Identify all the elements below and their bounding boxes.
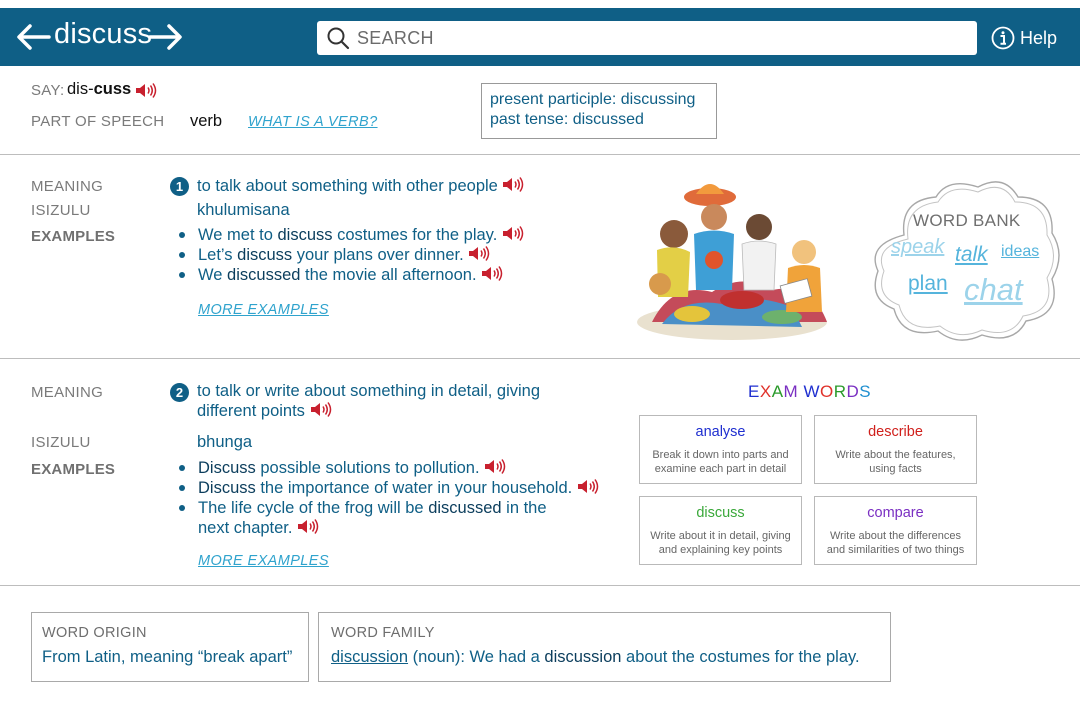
word-family-box: WORD FAMILY discussion (noun): We had a … bbox=[318, 612, 891, 682]
word-family-label: WORD FAMILY bbox=[331, 625, 435, 641]
left-arrow-icon[interactable] bbox=[15, 22, 51, 52]
exam-words-title: EXAM WORDS bbox=[748, 382, 871, 402]
word-origin-box: WORD ORIGIN From Latin, meaning “break a… bbox=[31, 612, 309, 682]
speaker-icon[interactable] bbox=[484, 458, 506, 475]
exam-word: analyse bbox=[695, 424, 746, 440]
exam-card-describe[interactable]: describe Write about the features, using … bbox=[814, 415, 977, 484]
speaker-icon[interactable] bbox=[577, 478, 599, 495]
word-origin-label: WORD ORIGIN bbox=[42, 625, 147, 641]
help-button[interactable]: Help bbox=[991, 26, 1057, 50]
word-bank-title: WORD BANK bbox=[913, 211, 1021, 230]
meaning-label: MEANING bbox=[31, 384, 104, 401]
what-is-a-verb-link[interactable]: WHAT IS A VERB? bbox=[248, 114, 378, 130]
meaning-label: MEANING bbox=[31, 178, 104, 195]
example-item: Let’s discuss your plans over dinner. bbox=[178, 245, 524, 265]
exam-card-analyse[interactable]: analyse Break it down into parts and exam… bbox=[639, 415, 802, 484]
pronunciation: dis-cuss bbox=[67, 80, 131, 99]
meaning-definition: to talk about something with other peopl… bbox=[197, 176, 524, 196]
example-item: Discuss possible solutions to pollution. bbox=[178, 458, 599, 478]
example-item: The life cycle of the frog will be discu… bbox=[178, 498, 599, 538]
syllable-1: dis- bbox=[67, 80, 94, 98]
more-examples-link[interactable]: MORE EXAMPLES bbox=[198, 553, 329, 569]
say-label: SAY: bbox=[31, 82, 65, 99]
speaker-icon[interactable] bbox=[468, 245, 490, 262]
speaker-icon[interactable] bbox=[502, 225, 524, 242]
exam-title-letter: E bbox=[748, 382, 760, 401]
exam-title-letter: X bbox=[759, 382, 772, 401]
word-bank-word[interactable]: plan bbox=[908, 272, 948, 296]
children-discussing-illustration bbox=[637, 184, 827, 340]
word-bank-word[interactable]: speak bbox=[891, 236, 944, 259]
search-box bbox=[317, 21, 977, 55]
part-of-speech-label: PART OF SPEECH bbox=[31, 113, 165, 130]
isizulu-translation: khulumisana bbox=[197, 201, 290, 219]
search-icon[interactable] bbox=[326, 26, 350, 50]
isizulu-translation: bhunga bbox=[197, 433, 253, 451]
speaker-icon[interactable] bbox=[481, 265, 503, 282]
examples-list: Discuss possible solutions to pollution.… bbox=[178, 458, 599, 538]
example-item: Discuss the importance of water in your … bbox=[178, 478, 599, 498]
exam-word: compare bbox=[867, 505, 924, 521]
exam-word: discuss bbox=[696, 505, 745, 521]
info-icon bbox=[991, 26, 1015, 50]
exam-word: describe bbox=[868, 424, 923, 440]
divider bbox=[0, 358, 1080, 359]
present-participle: present participle: discussing bbox=[490, 91, 696, 108]
exam-word-description: Write about the features, using facts bbox=[835, 449, 956, 475]
exam-title-letter: R bbox=[833, 382, 847, 401]
exam-title-letter: M bbox=[783, 382, 799, 401]
divider bbox=[0, 154, 1080, 155]
exam-title-letter: S bbox=[859, 382, 872, 401]
past-tense: past tense: discussed bbox=[490, 111, 644, 128]
meaning-definition: to talk or write about something in deta… bbox=[197, 381, 540, 421]
syllable-2-stressed: cuss bbox=[93, 80, 132, 98]
example-item: We met to discuss costumes for the play. bbox=[178, 225, 524, 245]
top-bar: discuss Help bbox=[0, 8, 1080, 66]
part-of-speech-value: verb bbox=[190, 112, 223, 130]
word-family-link[interactable]: discussion bbox=[331, 648, 408, 666]
search-input[interactable] bbox=[357, 25, 957, 51]
right-arrow-icon[interactable] bbox=[148, 22, 184, 52]
verb-forms-box: present participle: discussing past tens… bbox=[481, 83, 717, 139]
word-bank-word[interactable]: ideas bbox=[1001, 243, 1039, 261]
word-family-text: discussion (noun): We had a discussion a… bbox=[331, 648, 860, 666]
example-item: We discussed the movie all afternoon. bbox=[178, 265, 524, 285]
exam-title-letter: A bbox=[771, 382, 784, 401]
divider bbox=[0, 585, 1080, 586]
exam-card-compare[interactable]: compare Write about the differences and s… bbox=[814, 496, 977, 565]
examples-label: EXAMPLES bbox=[31, 228, 116, 245]
exam-title-letter: O bbox=[819, 382, 834, 401]
examples-label: EXAMPLES bbox=[31, 461, 116, 478]
help-label: Help bbox=[1020, 27, 1058, 48]
word-bank-word[interactable]: chat bbox=[964, 272, 1023, 308]
exam-title-letter: W bbox=[803, 382, 820, 401]
exam-card-discuss[interactable]: discuss Write about it in detail, giving… bbox=[639, 496, 802, 565]
exam-word-description: Write about the differences and similarit… bbox=[826, 530, 965, 556]
exam-word-description: Write about it in detail, giving and expl… bbox=[650, 530, 791, 556]
isizulu-label: ISIZULU bbox=[31, 434, 91, 451]
headword-title: discuss bbox=[54, 18, 153, 50]
word-origin-text: From Latin, meaning “break apart” bbox=[42, 648, 293, 666]
speaker-icon[interactable] bbox=[297, 518, 319, 535]
definition-line: to talk or write about something in deta… bbox=[197, 382, 541, 400]
speaker-icon[interactable] bbox=[135, 82, 157, 99]
speaker-icon[interactable] bbox=[310, 401, 332, 418]
isizulu-label: ISIZULU bbox=[31, 202, 91, 219]
speaker-icon[interactable] bbox=[502, 176, 524, 193]
more-examples-link[interactable]: MORE EXAMPLES bbox=[198, 302, 329, 318]
examples-list: We met to discuss costumes for the play.… bbox=[178, 225, 524, 285]
word-bank-word[interactable]: talk bbox=[955, 243, 988, 267]
definition-text: to talk about something with other peopl… bbox=[197, 177, 498, 195]
exam-title-letter: D bbox=[846, 382, 860, 401]
definition-line: different points bbox=[197, 401, 540, 421]
exam-word-description: Break it down into parts and examine each… bbox=[652, 449, 789, 475]
meaning-number-badge: 2 bbox=[170, 383, 189, 402]
meaning-number-badge: 1 bbox=[170, 177, 189, 196]
